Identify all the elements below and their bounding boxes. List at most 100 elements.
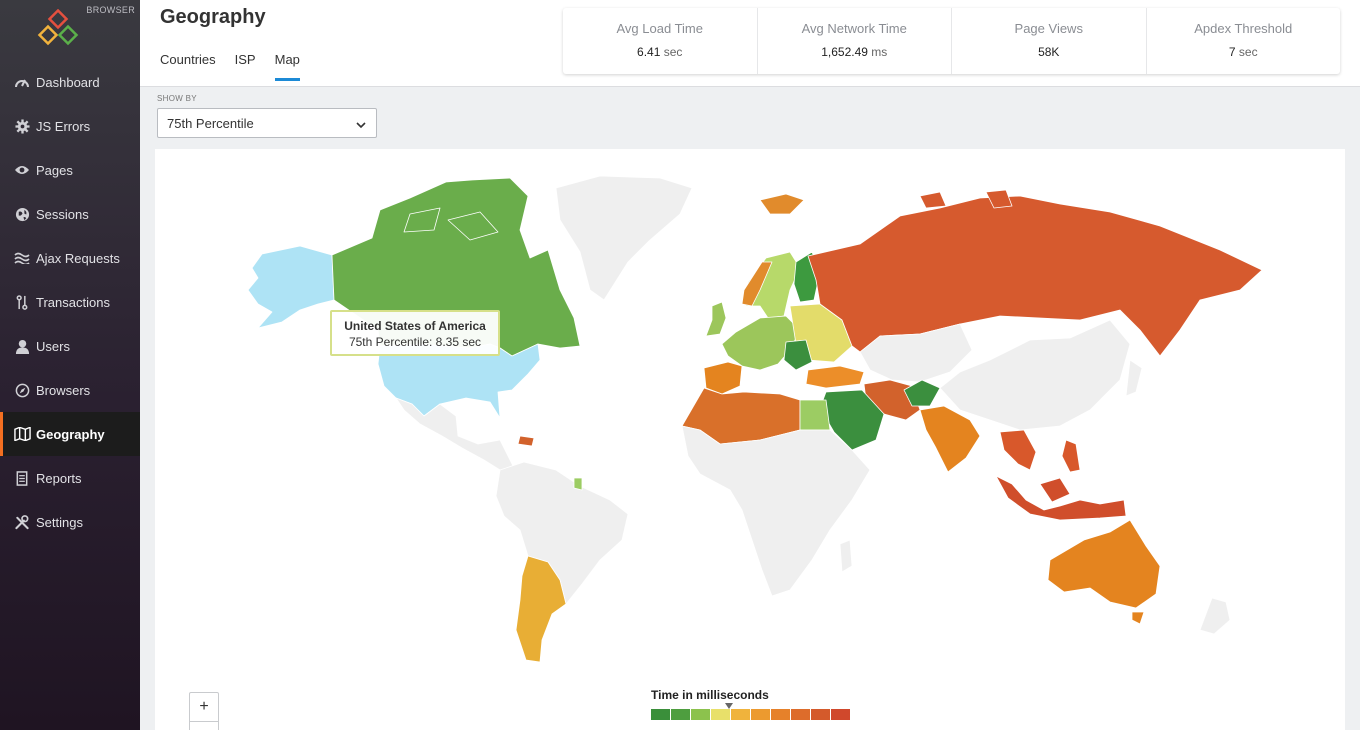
world-map[interactable]	[155, 149, 1345, 730]
legend-swatch	[791, 709, 811, 720]
legend-swatch	[671, 709, 691, 720]
zoom-out-button[interactable]	[189, 721, 219, 730]
map-tooltip: United States of America 75th Percentile…	[330, 310, 500, 356]
metric-value: 1,652.49 ms	[758, 45, 952, 59]
sidebar-item-label: Browsers	[36, 382, 91, 398]
sidebar-item-dashboard[interactable]: Dashboard	[0, 60, 140, 104]
legend-swatch	[771, 709, 791, 720]
brand-tag: BROWSER	[86, 5, 135, 15]
metric-label: Apdex Threshold	[1194, 21, 1293, 36]
sidebar-item-label: JS Errors	[36, 118, 91, 134]
metric-value: 6.41 sec	[563, 45, 757, 59]
page-title: Geography	[160, 6, 266, 28]
zoom-in-button[interactable]: +	[189, 692, 219, 722]
country-caribbean[interactable]	[517, 435, 535, 447]
sidebar-item-label: Settings	[36, 514, 83, 530]
metric-page-views: Page Views 58K	[952, 8, 1147, 74]
country-brazil[interactable]	[495, 461, 629, 605]
tab-bar: Countries ISP Map	[160, 52, 319, 81]
metric-unit: sec	[663, 45, 683, 59]
country-uk[interactable]	[705, 301, 727, 337]
country-japan[interactable]	[1125, 359, 1143, 397]
country-iceland[interactable]	[759, 193, 805, 215]
metric-avg-network-time: Avg Network Time 1,652.49 ms	[758, 8, 952, 74]
report-icon	[13, 470, 31, 486]
sidebar-item-label: Transactions	[36, 294, 110, 310]
user-icon	[13, 338, 31, 354]
metrics-panel: Avg Load Time 6.41 sec Avg Network Time …	[563, 8, 1340, 74]
sidebar-item-label: Geography	[36, 426, 105, 442]
compass-icon	[13, 382, 31, 398]
country-turkey[interactable]	[805, 365, 865, 389]
metric-unit: ms	[871, 45, 888, 59]
gear-icon	[13, 118, 31, 134]
metric-apdex-threshold: Apdex Threshold 7 sec	[1147, 8, 1341, 74]
sidebar-item-users[interactable]: Users	[0, 324, 140, 368]
metric-value: 58K	[952, 45, 1146, 59]
country-tasmania[interactable]	[1131, 611, 1145, 625]
country-australia[interactable]	[1047, 519, 1161, 609]
sidebar-item-browsers[interactable]: Browsers	[0, 368, 140, 412]
show-by-selected-value: 75th Percentile	[167, 115, 254, 131]
metric-value: 7 sec	[1147, 45, 1341, 59]
country-iberia[interactable]	[703, 361, 743, 395]
legend-swatch	[731, 709, 751, 720]
sidebar-item-reports[interactable]: Reports	[0, 456, 140, 500]
tab-isp[interactable]: ISP	[235, 52, 256, 81]
sidebar-item-label: Dashboard	[36, 74, 100, 90]
country-egypt[interactable]	[799, 399, 831, 431]
country-philippines[interactable]	[1061, 439, 1081, 473]
sidebar-item-label: Ajax Requests	[36, 250, 120, 266]
sidebar-item-geography[interactable]: Geography	[0, 412, 140, 456]
country-alaska[interactable]	[247, 245, 335, 329]
country-china[interactable]	[939, 319, 1131, 431]
country-russia[interactable]	[807, 195, 1263, 357]
metric-avg-load-time: Avg Load Time 6.41 sec	[563, 8, 758, 74]
tab-map[interactable]: Map	[274, 52, 300, 81]
legend-swatch	[831, 709, 851, 720]
sidebar-item-settings[interactable]: Settings	[0, 500, 140, 544]
sidebar-item-ajax-requests[interactable]: Ajax Requests	[0, 236, 140, 280]
metric-label: Avg Load Time	[616, 21, 703, 36]
tab-countries[interactable]: Countries	[160, 52, 216, 81]
tooltip-value: 75th Percentile: 8.35 sec	[348, 335, 482, 349]
sidebar-item-label: Pages	[36, 162, 73, 178]
metric-label: Page Views	[1014, 21, 1083, 36]
legend-color-scale	[651, 709, 851, 720]
tooltip-country: United States of America	[344, 319, 486, 333]
legend-swatch	[691, 709, 711, 720]
sidebar-item-js-errors[interactable]: JS Errors	[0, 104, 140, 148]
eye-icon	[13, 162, 31, 178]
country-greenland[interactable]	[555, 175, 693, 301]
brand: BROWSER	[0, 0, 140, 60]
country-guiana[interactable]	[573, 477, 583, 491]
legend-swatch	[811, 709, 831, 720]
sidebar-item-transactions[interactable]: Transactions	[0, 280, 140, 324]
waves-icon	[13, 250, 31, 266]
sidebar-item-sessions[interactable]: Sessions	[0, 192, 140, 236]
header: Geography Countries ISP Map Avg Load Tim…	[140, 0, 1360, 87]
brand-logo-icon	[37, 9, 79, 46]
map-card: United States of America 75th Percentile…	[155, 149, 1345, 730]
show-by-select[interactable]: 75th Percentile	[157, 108, 377, 138]
sidebar-item-label: Reports	[36, 470, 82, 486]
metric-number: 1,652.49	[821, 45, 868, 59]
show-by-label: SHOW BY	[157, 94, 197, 103]
country-borneo[interactable]	[1039, 477, 1071, 503]
globe-icon	[13, 206, 31, 222]
legend-swatch	[651, 709, 671, 720]
country-madagascar[interactable]	[839, 539, 853, 573]
country-se-asia[interactable]	[999, 429, 1037, 471]
legend-marker-icon	[725, 703, 733, 709]
country-india[interactable]	[919, 405, 981, 473]
sidebar-item-pages[interactable]: Pages	[0, 148, 140, 192]
metric-label: Avg Network Time	[801, 21, 907, 36]
sidebar: BROWSER Dashboard JS Errors Pages Sessio…	[0, 0, 140, 730]
metric-number: 7	[1228, 45, 1236, 59]
transaction-icon	[13, 294, 31, 310]
country-new-zealand[interactable]	[1199, 597, 1231, 635]
speedometer-icon	[13, 74, 31, 90]
map-icon	[13, 426, 31, 442]
metric-number: 6.41	[637, 45, 661, 59]
sidebar-item-label: Users	[36, 338, 70, 354]
